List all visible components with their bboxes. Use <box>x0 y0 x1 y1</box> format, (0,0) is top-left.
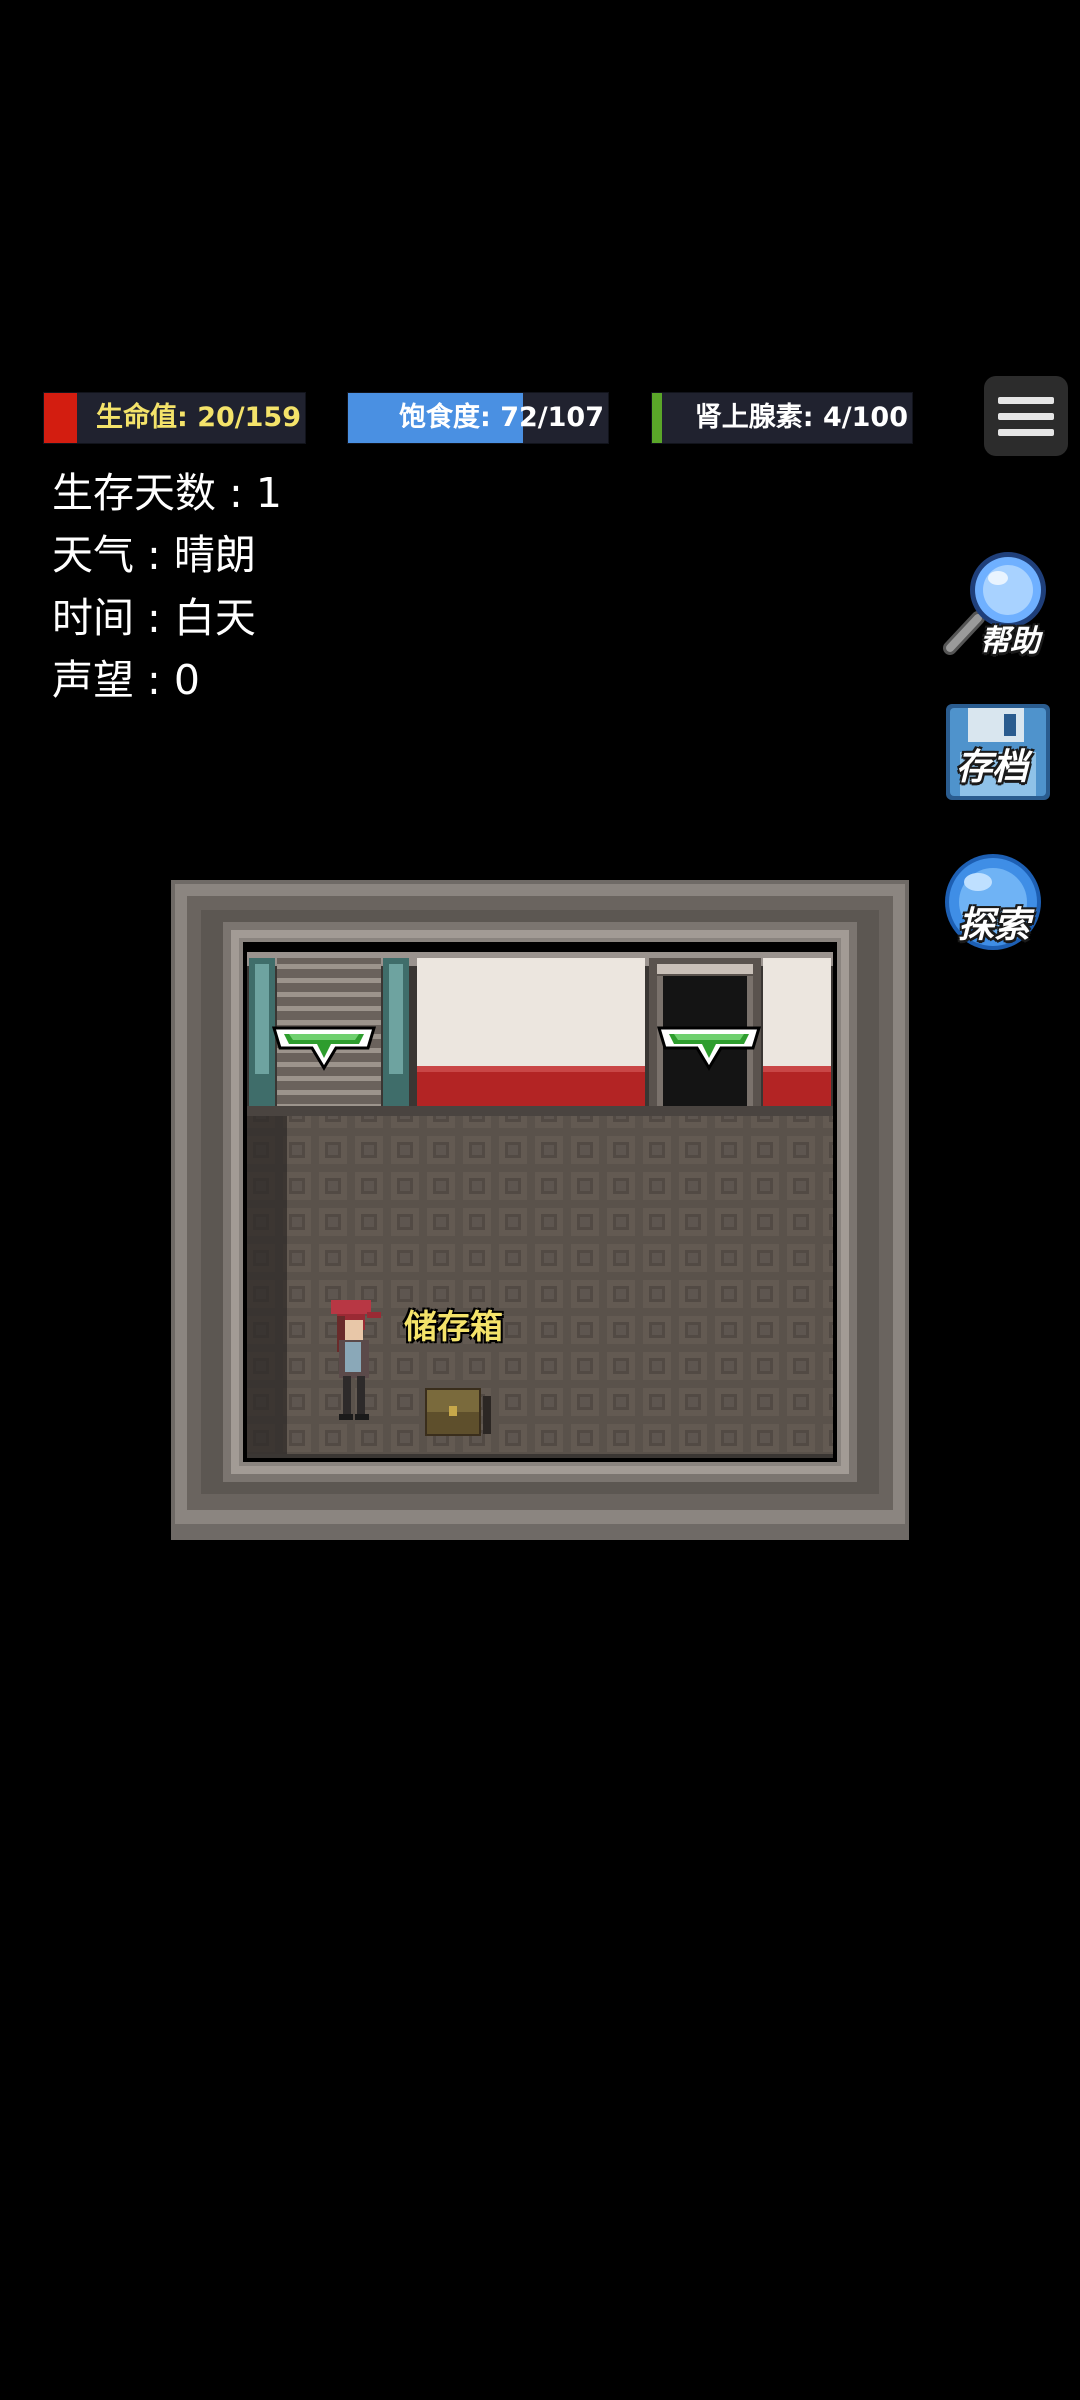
adrenaline-bar: 肾上腺素: 4/100 <box>651 392 913 444</box>
menu-button[interactable] <box>984 376 1068 456</box>
hp-bar-fill <box>44 393 77 443</box>
hamburger-menu-icon-line <box>998 428 1054 436</box>
hp-bar: 生命值: 20/159 <box>43 392 306 444</box>
survival-days-text: 生存天数 : 1 <box>52 469 282 517</box>
weather-text: 天气 : 晴朗 <box>52 531 256 579</box>
time-text: 时间 : 白天 <box>52 594 256 642</box>
adrenaline-bar-fill <box>652 393 663 443</box>
room-scene <box>171 880 909 1540</box>
save-button[interactable]: 存档 <box>938 700 1058 820</box>
hamburger-menu-icon <box>998 396 1054 404</box>
explore-button[interactable]: 探索 <box>938 850 1058 970</box>
help-label: 帮助 <box>980 624 1040 659</box>
help-button[interactable]: 帮助 <box>938 540 1058 660</box>
hunger-bar: 饱食度: 72/107 <box>347 392 609 444</box>
storage-chest-label[interactable]: 储存箱 <box>404 1300 503 1348</box>
hp-label: 生命值: 20/159 <box>96 402 301 433</box>
adrenaline-label: 肾上腺素: 4/100 <box>694 402 908 433</box>
reputation-text: 声望 : 0 <box>52 656 200 704</box>
explore-label: 探索 <box>958 905 1031 946</box>
save-label: 存档 <box>956 747 1029 788</box>
hamburger-menu-icon-line <box>998 412 1054 420</box>
hunger-label: 饱食度: 72/107 <box>399 402 604 433</box>
